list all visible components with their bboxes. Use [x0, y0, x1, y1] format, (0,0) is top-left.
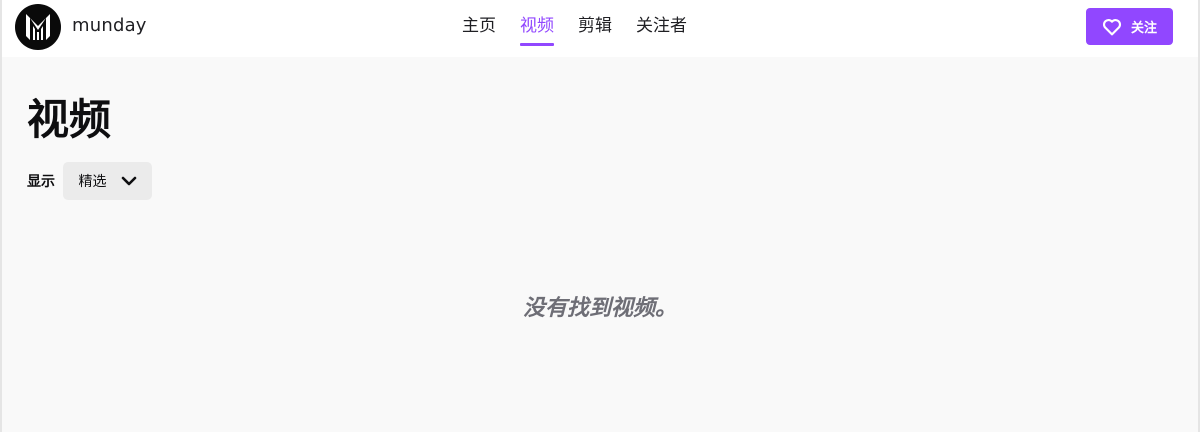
tab-videos[interactable]: 视频 [520, 0, 554, 46]
page-frame: munday 主页 视频 剪辑 关注者 关注 视频 显示 精选 没有找到视频。 [0, 0, 1200, 432]
follow-button[interactable]: 关注 [1086, 8, 1173, 45]
channel-name[interactable]: munday [72, 15, 147, 36]
sort-filter: 显示 精选 [27, 162, 152, 200]
tab-clips[interactable]: 剪辑 [578, 0, 612, 46]
tab-followers[interactable]: 关注者 [636, 0, 687, 46]
filter-dropdown[interactable]: 精选 [63, 162, 152, 200]
channel-nav: 主页 视频 剪辑 关注者 [462, 0, 687, 57]
filter-label: 显示 [27, 174, 55, 190]
empty-state-message: 没有找到视频。 [522, 296, 677, 321]
tab-home[interactable]: 主页 [462, 0, 496, 46]
follow-button-label: 关注 [1130, 20, 1157, 35]
heart-icon [1102, 18, 1122, 35]
channel-avatar[interactable] [15, 4, 61, 50]
filter-selected-value: 精选 [78, 173, 107, 189]
page-title: 视频 [27, 95, 112, 144]
channel-header: munday 主页 视频 剪辑 关注者 关注 [2, 0, 1198, 57]
chevron-down-icon [121, 176, 136, 186]
channel-logo-icon [26, 14, 50, 40]
